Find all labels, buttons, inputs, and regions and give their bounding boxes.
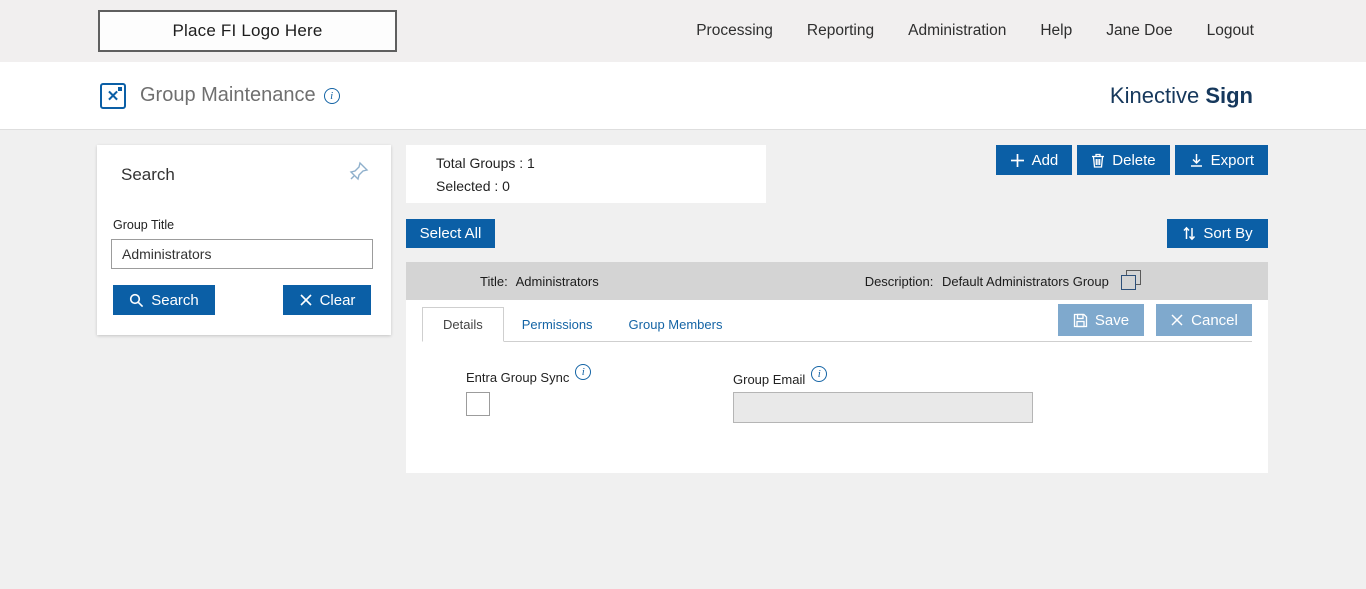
clear-button[interactable]: Clear [283,285,371,315]
save-button-label: Save [1094,311,1130,329]
page-title-info-icon[interactable]: i [323,87,340,104]
group-email-input [733,392,1033,423]
search-panel-title: Search [121,165,175,184]
select-all-label: Select All [419,225,482,242]
group-title-input[interactable] [111,239,373,269]
clear-button-label: Clear [319,291,356,309]
plus-icon [1010,153,1024,167]
group-title-value: Administrators [515,273,599,289]
page-title: Group Maintenance [140,84,316,106]
selected-count: Selected : 0 [436,177,510,194]
entra-group-sync-checkbox[interactable] [466,392,490,416]
copy-icon[interactable] [1121,270,1143,292]
main-content: Search Group Title Search Clear Total Gr… [0,130,1366,589]
entra-group-sync-label-text: Entra Group Sync [466,370,570,385]
group-detail-panel: Title: Administrators Description: Defau… [406,262,1268,473]
nav-help[interactable]: Help [1040,22,1072,40]
group-description-pair: Description: Default Administrators Grou… [865,274,1109,289]
search-icon [130,293,144,307]
cancel-button[interactable]: Cancel [1156,304,1252,336]
groups-summary: Total Groups : 1 Selected : 0 [406,145,766,203]
nav-logout[interactable]: Logout [1207,22,1254,40]
entra-group-sync-label: Entra Group Sync i [466,364,592,386]
group-row[interactable]: Title: Administrators Description: Defau… [406,262,1268,300]
tab-permissions[interactable]: Permissions [504,308,611,341]
top-bar: Place FI Logo Here Processing Reporting … [0,0,1366,62]
brand-logo: Kinective Sign [1110,83,1253,109]
save-button[interactable]: Save [1058,304,1144,336]
sort-arrows-icon [1183,226,1196,241]
group-detail-body: Details Permissions Group Members Save C… [406,300,1268,473]
tab-group-members[interactable]: Group Members [611,308,741,341]
top-navigation: Processing Reporting Administration Help… [696,22,1254,40]
nav-user-jane-doe[interactable]: Jane Doe [1106,22,1172,40]
search-button-label: Search [151,291,199,309]
group-title-label: Group Title [113,218,175,232]
delete-button-label: Delete [1112,151,1156,169]
pin-icon[interactable] [349,161,369,181]
group-description-field-label: Description: [864,273,934,289]
cancel-button-label: Cancel [1191,311,1238,329]
clear-x-icon [299,294,312,306]
add-button[interactable]: Add [995,145,1073,175]
trash-icon [1092,153,1105,168]
group-description-value: Default Administrators Group [941,273,1109,289]
group-email-info-icon[interactable]: i [811,366,828,382]
sort-by-label: Sort By [1203,225,1253,242]
save-floppy-icon [1073,313,1088,327]
group-title-pair: Title: Administrators [480,274,599,289]
search-panel: Search Group Title Search Clear [97,145,391,335]
brand-name: Kinective [1109,82,1200,108]
copy-front-square [1121,275,1136,290]
brand-product: Sign [1205,82,1253,108]
total-groups-count: Total Groups : 1 [436,154,535,171]
search-button[interactable]: Search [113,285,215,315]
export-button-label: Export [1210,151,1254,169]
nav-reporting[interactable]: Reporting [807,22,874,40]
add-button-label: Add [1031,151,1059,169]
select-all-button[interactable]: Select All [406,219,495,248]
entra-group-sync-info-icon[interactable]: i [575,364,592,380]
nav-administration[interactable]: Administration [908,22,1006,40]
sort-by-button[interactable]: Sort By [1167,219,1268,248]
export-button[interactable]: Export [1174,145,1268,175]
page-header: ✕ Group Maintenance i Kinective Sign [0,62,1366,130]
icon-corner-dot [118,86,122,91]
fi-logo-placeholder: Place FI Logo Here [98,10,397,52]
group-email-label-text: Group Email [733,372,806,387]
delete-button[interactable]: Delete [1077,145,1170,175]
download-icon [1190,153,1202,167]
tab-details[interactable]: Details [422,307,504,342]
nav-processing[interactable]: Processing [696,22,773,40]
group-title-field-label: Title: [480,273,508,289]
group-actions-toolbar: Add Delete Export [995,145,1268,175]
group-email-label: Group Email i [733,366,828,388]
group-maintenance-icon: ✕ [100,82,126,109]
cancel-x-icon [1171,314,1183,326]
